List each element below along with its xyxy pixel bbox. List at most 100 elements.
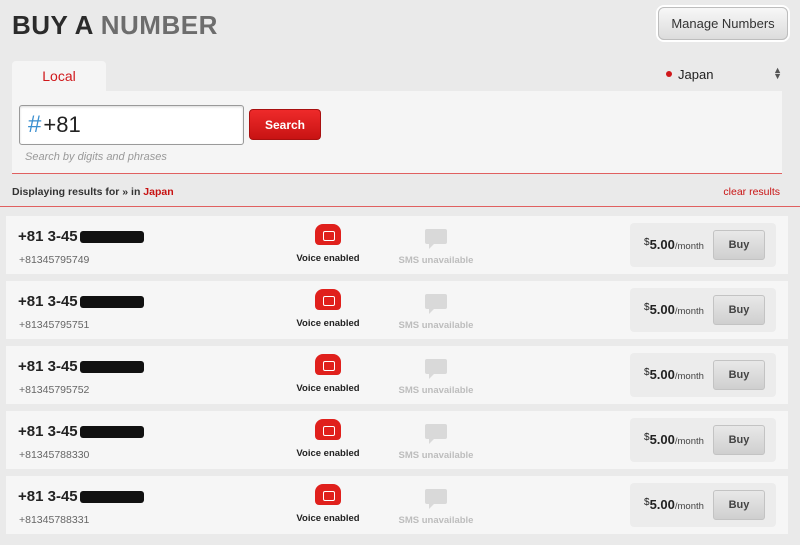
sms-label: SMS unavailable <box>398 385 474 396</box>
number-list: +81 3-45 +81345795749 Voice enabled SMS … <box>0 207 800 541</box>
price-period: /month <box>674 501 704 512</box>
number-display-text: +81 3-45 <box>18 423 78 440</box>
buy-button[interactable]: Buy <box>713 360 765 390</box>
sms-icon <box>425 229 447 249</box>
price: $5.00/month <box>644 302 704 317</box>
hash-icon: # <box>28 111 42 138</box>
voice-label: Voice enabled <box>296 318 360 329</box>
number-display: +81 3-45 <box>18 293 144 310</box>
buy-button[interactable]: Buy <box>713 490 765 520</box>
number-display: +81 3-45 <box>18 488 144 505</box>
voice-capability: Voice enabled <box>288 484 368 524</box>
voice-label: Voice enabled <box>296 383 360 394</box>
number-e164: +81345788330 <box>19 449 90 461</box>
price: $5.00/month <box>644 497 704 512</box>
voice-label: Voice enabled <box>296 253 360 264</box>
price-value: 5.00 <box>649 237 675 252</box>
phone-icon <box>315 224 341 245</box>
buy-button[interactable]: Buy <box>713 425 765 455</box>
results-bar: Displaying results for » in Japan clear … <box>0 175 800 207</box>
voice-capability: Voice enabled <box>288 289 368 329</box>
manage-numbers-button[interactable]: Manage Numbers <box>658 7 788 40</box>
number-display: +81 3-45 <box>18 358 144 375</box>
price-value: 5.00 <box>649 367 675 382</box>
buy-button[interactable]: Buy <box>713 295 765 325</box>
search-input-value: +81 <box>43 112 81 137</box>
redacted-digits <box>79 296 144 309</box>
sms-capability: SMS unavailable <box>394 294 478 331</box>
results-country: Japan <box>143 186 174 198</box>
sms-icon <box>425 359 447 379</box>
sms-capability: SMS unavailable <box>394 424 478 461</box>
number-display: +81 3-45 <box>18 423 144 440</box>
phone-icon <box>315 419 341 440</box>
price-box: $5.00/month Buy <box>630 483 776 527</box>
number-e164: +81345795749 <box>19 254 90 266</box>
voice-label: Voice enabled <box>296 448 360 459</box>
voice-capability: Voice enabled <box>288 419 368 459</box>
redacted-digits <box>79 361 144 374</box>
price: $5.00/month <box>644 432 704 447</box>
number-display-text: +81 3-45 <box>18 358 78 375</box>
number-display-text: +81 3-45 <box>18 228 78 245</box>
price: $5.00/month <box>644 237 704 252</box>
price-box: $5.00/month Buy <box>630 418 776 462</box>
phone-icon <box>315 484 341 505</box>
title-part-1: BUY A <box>12 10 93 40</box>
clear-results-link[interactable]: clear results <box>723 186 780 198</box>
number-row: +81 3-45 +81345788330 Voice enabled SMS … <box>6 411 788 469</box>
number-e164: +81345795752 <box>19 384 90 396</box>
price-value: 5.00 <box>649 497 675 512</box>
page-title: BUY A NUMBER <box>12 10 218 41</box>
number-row: +81 3-45 +81345795751 Voice enabled SMS … <box>6 281 788 339</box>
voice-capability: Voice enabled <box>288 224 368 264</box>
results-prefix: Displaying results for » in <box>12 186 141 198</box>
sms-icon <box>425 489 447 509</box>
sms-label: SMS unavailable <box>398 320 474 331</box>
sms-capability: SMS unavailable <box>394 359 478 396</box>
number-row: +81 3-45 +81345788331 Voice enabled SMS … <box>6 476 788 534</box>
country-select[interactable]: Japan ▲ ▼ <box>660 64 788 84</box>
price-period: /month <box>674 241 704 252</box>
price: $5.00/month <box>644 367 704 382</box>
sms-icon <box>425 294 447 314</box>
sms-capability: SMS unavailable <box>394 229 478 266</box>
search-button[interactable]: Search <box>249 109 321 140</box>
price-box: $5.00/month Buy <box>630 353 776 397</box>
sms-icon <box>425 424 447 444</box>
redacted-digits <box>79 426 144 439</box>
sms-label: SMS unavailable <box>398 450 474 461</box>
buy-button[interactable]: Buy <box>713 230 765 260</box>
search-panel: # +81 Search Search by digits and phrase… <box>12 91 782 174</box>
number-row: +81 3-45 +81345795752 Voice enabled SMS … <box>6 346 788 404</box>
sms-label: SMS unavailable <box>398 255 474 266</box>
number-display-text: +81 3-45 <box>18 293 78 310</box>
number-e164: +81345788331 <box>19 514 90 526</box>
price-value: 5.00 <box>649 432 675 447</box>
phone-icon <box>315 289 341 310</box>
redacted-digits <box>79 491 144 504</box>
price-period: /month <box>674 371 704 382</box>
number-display-text: +81 3-45 <box>18 488 78 505</box>
search-hint: Search by digits and phrases <box>25 151 167 163</box>
price-box: $5.00/month Buy <box>630 223 776 267</box>
sms-capability: SMS unavailable <box>394 489 478 526</box>
japan-flag-icon <box>666 71 672 77</box>
voice-label: Voice enabled <box>296 513 360 524</box>
select-arrows-icon: ▲ ▼ <box>773 65 782 81</box>
phone-icon <box>315 354 341 375</box>
price-period: /month <box>674 306 704 317</box>
redacted-digits <box>79 231 144 244</box>
price-box: $5.00/month Buy <box>630 288 776 332</box>
results-summary: Displaying results for » in Japan <box>12 186 174 198</box>
tab-local[interactable]: Local <box>12 61 106 91</box>
voice-capability: Voice enabled <box>288 354 368 394</box>
number-e164: +81345795751 <box>19 319 90 331</box>
search-input[interactable]: # +81 <box>19 105 244 145</box>
number-display: +81 3-45 <box>18 228 144 245</box>
country-select-value: Japan <box>678 66 714 82</box>
price-value: 5.00 <box>649 302 675 317</box>
number-row: +81 3-45 +81345795749 Voice enabled SMS … <box>6 216 788 274</box>
price-period: /month <box>674 436 704 447</box>
sms-label: SMS unavailable <box>398 515 474 526</box>
